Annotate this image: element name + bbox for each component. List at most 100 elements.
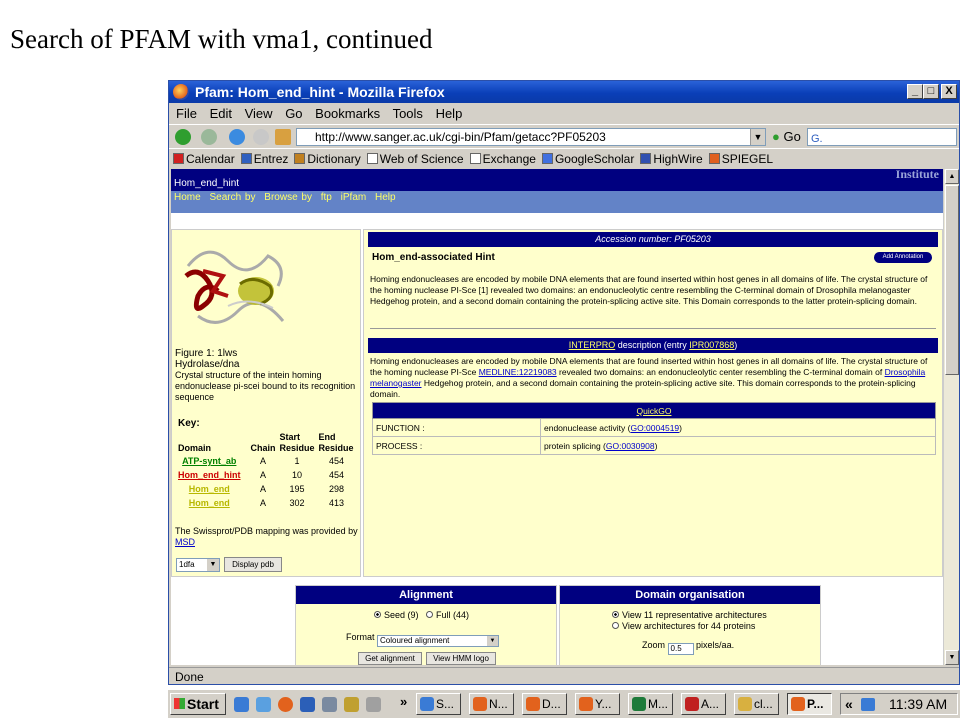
ie-icon[interactable] <box>256 697 271 712</box>
network-tray-icon[interactable] <box>861 698 875 711</box>
back-icon[interactable] <box>175 129 191 145</box>
taskbar-button-label: M... <box>648 697 668 711</box>
nav-home[interactable]: Home <box>174 192 201 203</box>
quick-launch-chevron[interactable]: » <box>400 694 407 709</box>
view-hmm-logo-button[interactable]: View HMM logo <box>426 652 496 665</box>
display-pdb-button[interactable]: Display pdb <box>224 557 282 572</box>
all-proteins-label: View architectures for 44 proteins <box>622 621 756 631</box>
nav-ftp[interactable]: ftp <box>321 192 332 203</box>
word-icon[interactable] <box>300 697 315 712</box>
format-row: Format Coloured alignment ▼ <box>346 632 500 647</box>
key-domain-link[interactable]: ATP-synt_ab <box>182 456 236 466</box>
bookmark-item[interactable]: SPIEGEL <box>708 149 773 169</box>
interpro-description: Homing endonucleases are encoded by mobi… <box>370 356 936 400</box>
key-domain-link[interactable]: Hom_end <box>189 484 230 494</box>
page-icon <box>366 153 378 164</box>
interpro-link[interactable]: INTERPRO <box>569 340 616 350</box>
interpro-text: description (entry <box>615 340 690 350</box>
maximize-button[interactable]: □ <box>923 84 939 99</box>
get-alignment-button[interactable]: Get alignment <box>358 652 422 665</box>
search-input[interactable]: G. <box>807 128 957 146</box>
pdb-select[interactable]: 1dfa ▼ <box>176 558 220 572</box>
figure-description: Crystal structure of the intein homing e… <box>175 370 356 402</box>
scroll-thumb[interactable] <box>945 185 959 375</box>
stop-icon[interactable] <box>253 129 269 145</box>
bookmark-item[interactable]: Calendar <box>173 149 235 169</box>
taskbar-button[interactable]: M... <box>628 693 673 715</box>
close-button[interactable]: X <box>941 84 957 99</box>
key-start: 302 <box>289 498 305 508</box>
url-bar[interactable]: http://www.sanger.ac.uk/cgi-bin/Pfam/get… <box>296 128 766 146</box>
bookmark-item[interactable]: HighWire <box>640 149 703 169</box>
scroll-up-icon[interactable]: ▲ <box>945 169 959 184</box>
all-proteins-radio[interactable] <box>612 622 619 629</box>
pdb-select-value: 1dfa <box>179 560 195 569</box>
menu-file[interactable]: File <box>176 106 197 121</box>
interpro-desc-part2: revealed two domains: an endonucleolytic… <box>556 367 885 377</box>
forward-icon[interactable] <box>201 129 217 145</box>
bookmark-item[interactable]: GoogleScholar <box>541 149 634 169</box>
full-radio[interactable] <box>426 611 434 618</box>
msd-link[interactable]: MSD <box>175 537 195 547</box>
reload-icon[interactable] <box>229 129 245 145</box>
taskbar-button[interactable]: S... <box>416 693 461 715</box>
firefox-icon <box>173 84 189 100</box>
firefox-icon <box>579 697 593 711</box>
key-domain-link[interactable]: Hom_end_hint <box>178 470 241 480</box>
taskbar-button[interactable]: A... <box>681 693 726 715</box>
go-button[interactable]: ● Go <box>772 128 801 146</box>
quickgo-header-link[interactable]: QuickGO <box>372 402 936 419</box>
nav-help[interactable]: Help <box>375 192 396 203</box>
clock: 11:39 AM <box>889 696 948 712</box>
desktop-icon[interactable] <box>234 697 249 712</box>
firefox-icon[interactable] <box>278 697 293 712</box>
vertical-scrollbar[interactable]: ▲ ▼ <box>943 169 959 665</box>
seed-radio[interactable] <box>374 611 381 618</box>
key-end: 454 <box>329 456 345 466</box>
menu-edit[interactable]: Edit <box>210 106 232 121</box>
representative-radio[interactable] <box>612 611 619 618</box>
menu-view[interactable]: View <box>245 106 273 121</box>
taskbar-button[interactable]: P... <box>787 693 832 715</box>
zoom-input[interactable]: 0.5 <box>667 643 694 655</box>
interpro-bar: INTERPRO description (entry IPR007868) <box>368 338 938 353</box>
protein-structure-image[interactable] <box>178 236 296 336</box>
taskbar-button[interactable]: N... <box>469 693 514 715</box>
bookmark-item[interactable]: Entrez <box>240 149 288 169</box>
format-select[interactable]: Coloured alignment ▼ <box>377 635 500 647</box>
minimize-button[interactable]: _ <box>907 84 923 99</box>
key-header-start: Start Residue <box>279 432 315 453</box>
menu-tools[interactable]: Tools <box>393 106 423 121</box>
taskbar-button[interactable]: Y... <box>575 693 620 715</box>
mapping-note-text: The Swissprot/PDB mapping was provided b… <box>175 526 358 536</box>
tray-chevron[interactable]: « <box>845 694 853 714</box>
medline-link[interactable]: MEDLINE:12219083 <box>479 367 557 377</box>
taskbar-button[interactable]: cl... <box>734 693 779 715</box>
key-domain-link[interactable]: Hom_end <box>189 498 230 508</box>
start-button[interactable]: Start <box>170 693 226 715</box>
menu-go[interactable]: Go <box>285 106 302 121</box>
menu-help[interactable]: Help <box>436 106 463 121</box>
menu-bookmarks[interactable]: Bookmarks <box>315 106 380 121</box>
bookmark-item[interactable]: Web of Science <box>366 149 464 169</box>
home-icon[interactable] <box>275 129 291 145</box>
interpro-entry-link[interactable]: IPR007868 <box>689 340 734 350</box>
url-dropdown-icon[interactable]: ▼ <box>750 129 765 145</box>
nav-browse-by[interactable]: Browse by <box>264 192 312 203</box>
table-cell: Hom_end <box>176 496 249 510</box>
taskbar-button[interactable]: D... <box>522 693 567 715</box>
go-process-link[interactable]: GO:0030908 <box>606 441 655 451</box>
window-titlebar[interactable]: Pfam: Hom_end_hint - Mozilla Firefox _ □… <box>169 81 959 103</box>
figure-title: Figure 1: 1lws <box>175 348 238 359</box>
add-annotation-button[interactable]: Add Annotation <box>874 252 932 263</box>
app-icon[interactable] <box>366 697 381 712</box>
tools-icon[interactable] <box>344 697 359 712</box>
scroll-down-icon[interactable]: ▼ <box>945 650 959 665</box>
nav-search-by[interactable]: Search by <box>209 192 255 203</box>
go-function-link[interactable]: GO:0004519 <box>630 423 679 433</box>
bookmark-item[interactable]: Exchange <box>469 149 536 169</box>
bookmark-item[interactable]: Dictionary <box>294 149 361 169</box>
annotation-panel: Accession number: PF05203 Hom_end-associ… <box>363 229 943 577</box>
network-icon[interactable] <box>322 697 337 712</box>
nav-ipfam[interactable]: iPfam <box>341 192 367 203</box>
